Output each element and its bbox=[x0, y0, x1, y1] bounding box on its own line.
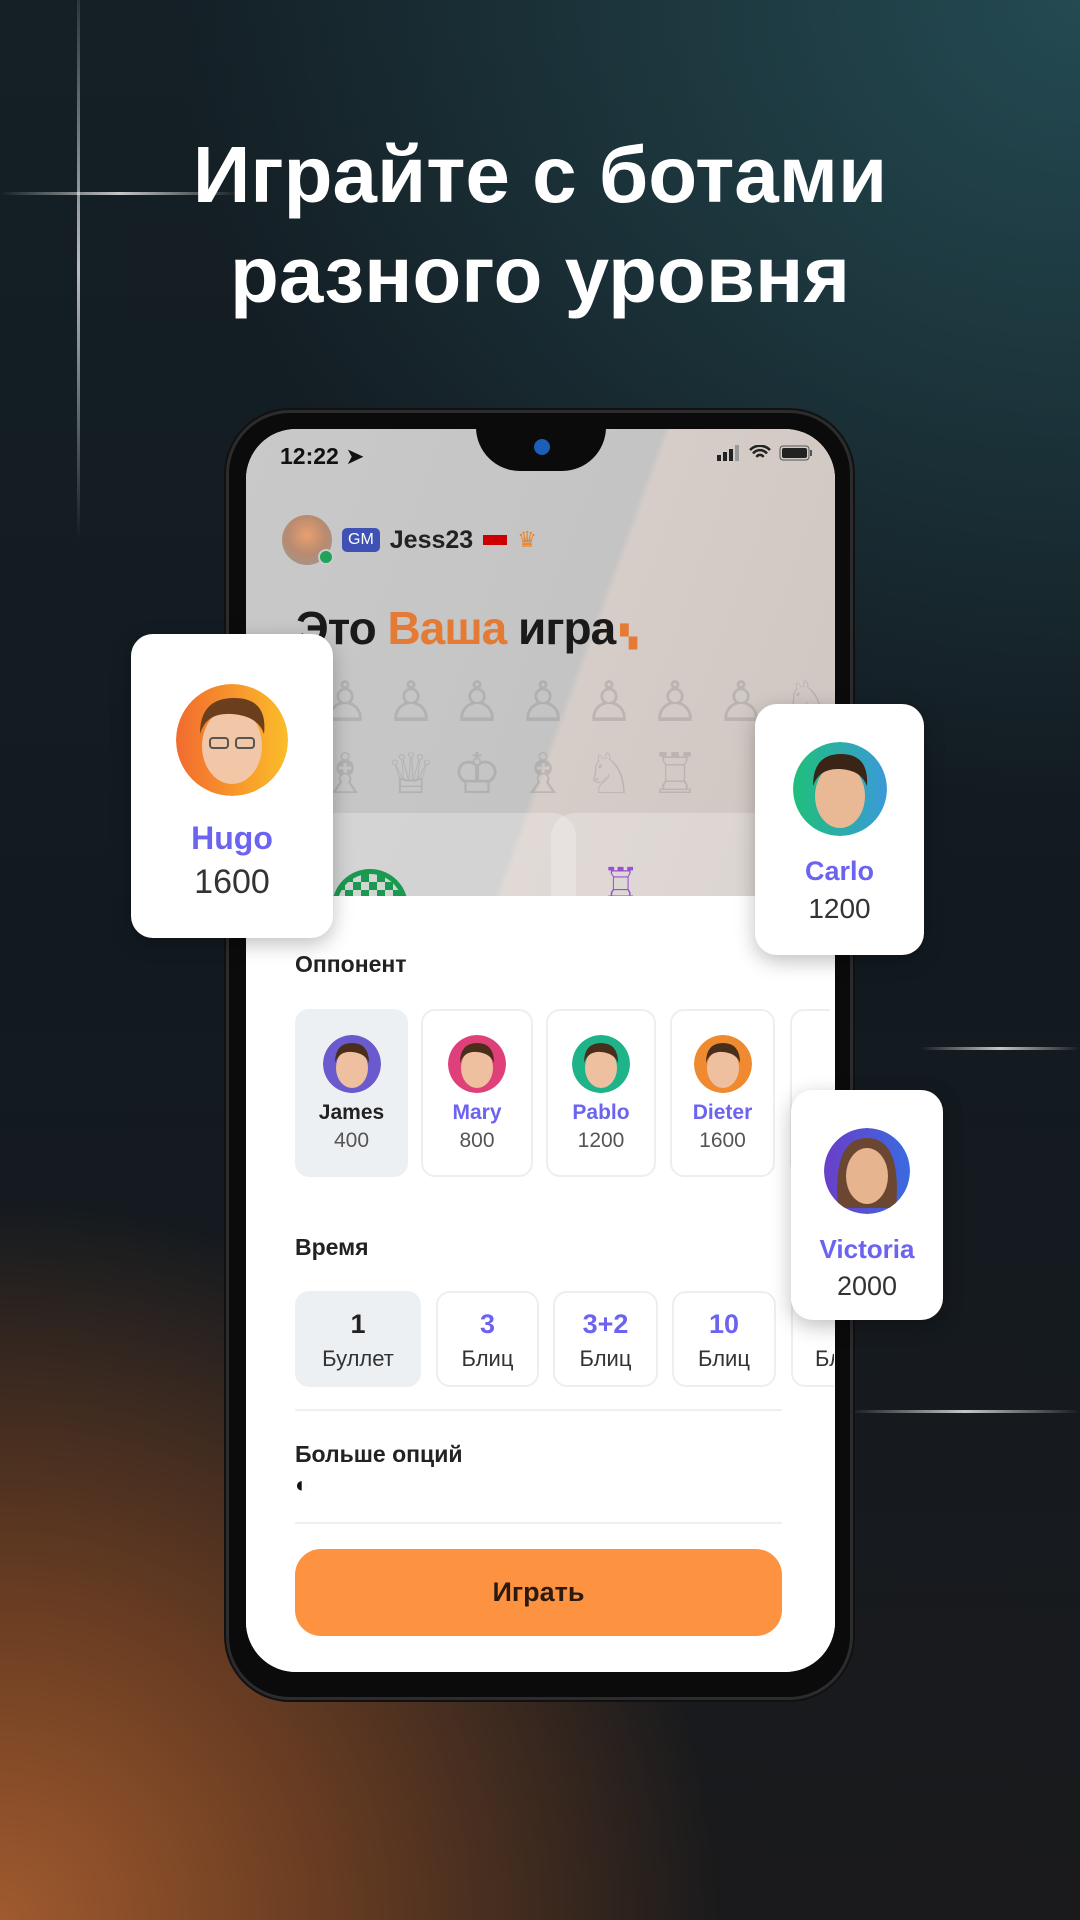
headline-line-2: разного уровня bbox=[230, 230, 850, 319]
opponent-name: James bbox=[318, 1101, 385, 1124]
opponent-rating: 400 bbox=[333, 1129, 370, 1152]
avatar[interactable] bbox=[282, 515, 334, 565]
time-control-card[interactable]: 3+2 Блиц bbox=[553, 1291, 658, 1387]
time-name: Буллет bbox=[322, 1346, 394, 1371]
checker-icon: ▚ bbox=[615, 624, 637, 649]
location-arrow-icon: ➤ bbox=[345, 443, 365, 469]
play-button[interactable]: Играть bbox=[295, 1549, 782, 1636]
time-control-card[interactable]: 3 Блиц bbox=[436, 1291, 539, 1387]
time-value: 3+2 bbox=[582, 1309, 629, 1339]
bot-card-victoria[interactable]: Victoria 2000 bbox=[791, 1090, 943, 1320]
light-streak bbox=[850, 1410, 1080, 1413]
wifi-icon bbox=[749, 445, 771, 458]
title-badge: GM bbox=[342, 528, 380, 552]
time-control-card[interactable]: 1 Буллет bbox=[295, 1291, 421, 1387]
bot-rating: 1600 bbox=[194, 863, 270, 901]
headline: Играйте с ботами разного уровня bbox=[0, 125, 1080, 325]
time-name: Блиц bbox=[698, 1346, 750, 1371]
opponent-avatar bbox=[572, 1035, 630, 1093]
time-name: Бл bbox=[815, 1346, 834, 1371]
signal-icon bbox=[717, 445, 739, 461]
time-value: 1 bbox=[350, 1309, 366, 1339]
opponent-card[interactable]: Pablo 1200 bbox=[546, 1009, 656, 1177]
more-options-label[interactable]: Больше опций bbox=[295, 1441, 462, 1468]
bot-name: Victoria bbox=[819, 1234, 915, 1264]
bot-rating: 1200 bbox=[808, 893, 871, 924]
time-control-card[interactable]: 10 Блиц bbox=[672, 1291, 776, 1387]
bot-avatar bbox=[792, 742, 887, 836]
opponent-rating: 1200 bbox=[577, 1129, 625, 1152]
divider bbox=[295, 1409, 782, 1411]
opponent-rating: 1600 bbox=[699, 1129, 746, 1152]
bot-avatar bbox=[176, 684, 288, 796]
opponent-avatar bbox=[693, 1035, 752, 1093]
bot-name: Carlo bbox=[804, 856, 875, 886]
opponent-rating: 800 bbox=[459, 1129, 495, 1152]
slogan: Это Ваша игра ▚ bbox=[296, 602, 637, 654]
opponent-avatar bbox=[448, 1035, 506, 1093]
headline-line-1: Играйте с ботами bbox=[192, 130, 888, 219]
time-name: Блиц bbox=[579, 1346, 632, 1371]
status-icons bbox=[717, 445, 813, 461]
opponent-name: Mary bbox=[452, 1101, 502, 1124]
divider bbox=[295, 1522, 782, 1524]
bot-rating: 2000 bbox=[836, 1271, 898, 1301]
opponent-avatar bbox=[322, 1035, 381, 1093]
time-label: Время bbox=[295, 1234, 369, 1260]
opponent-card[interactable]: James 400 bbox=[295, 1009, 408, 1177]
time-name: Блиц bbox=[461, 1346, 514, 1371]
time-value: 3 bbox=[479, 1309, 496, 1339]
status-time: 12:22 ➤ bbox=[280, 443, 365, 469]
light-streak bbox=[920, 1047, 1080, 1050]
online-indicator bbox=[318, 549, 334, 565]
bot-card-carlo[interactable]: Carlo 1200 bbox=[755, 704, 924, 955]
bot-card-hugo[interactable]: Hugo 1600 bbox=[131, 634, 333, 938]
opponent-name: Dieter bbox=[692, 1101, 753, 1124]
flag-icon bbox=[483, 535, 508, 545]
bot-name: Hugo bbox=[191, 820, 273, 856]
camera bbox=[534, 439, 550, 455]
user-profile[interactable]: GM Jess23 ♛ bbox=[282, 515, 537, 565]
opponent-label: Оппонент bbox=[295, 951, 407, 977]
opponent-card[interactable]: Mary 800 bbox=[421, 1009, 533, 1177]
bot-avatar bbox=[824, 1128, 910, 1214]
crown-icon: ♛ bbox=[517, 527, 537, 552]
battery-icon bbox=[779, 445, 812, 461]
username: Jess23 bbox=[389, 525, 474, 554]
half-circle-icon[interactable]: ◐ bbox=[295, 1472, 308, 1498]
time-value: 10 bbox=[708, 1309, 740, 1339]
opponent-card[interactable]: Dieter 1600 bbox=[670, 1009, 775, 1177]
opponent-name: Pablo bbox=[572, 1101, 630, 1124]
home-header: ♙ ♙ ♙ ♙ ♙ ♙ ♙ ♘ ♗ ♕ ♔ ♗ ♘ ♖ ♖ 12:22 ➤ GM Jess23 ♛ Эт… bbox=[246, 429, 835, 933]
